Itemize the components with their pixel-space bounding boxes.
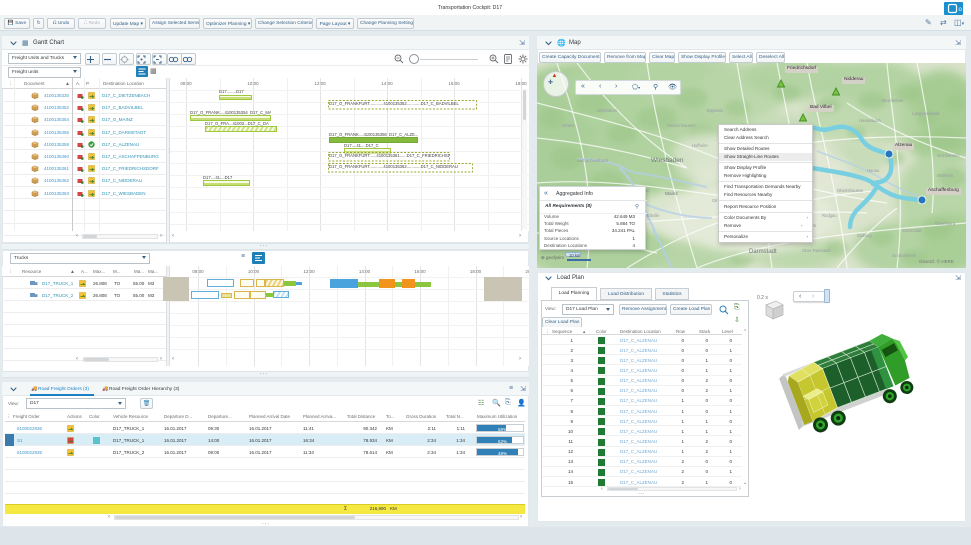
svg-text:o: o <box>959 7 963 13</box>
